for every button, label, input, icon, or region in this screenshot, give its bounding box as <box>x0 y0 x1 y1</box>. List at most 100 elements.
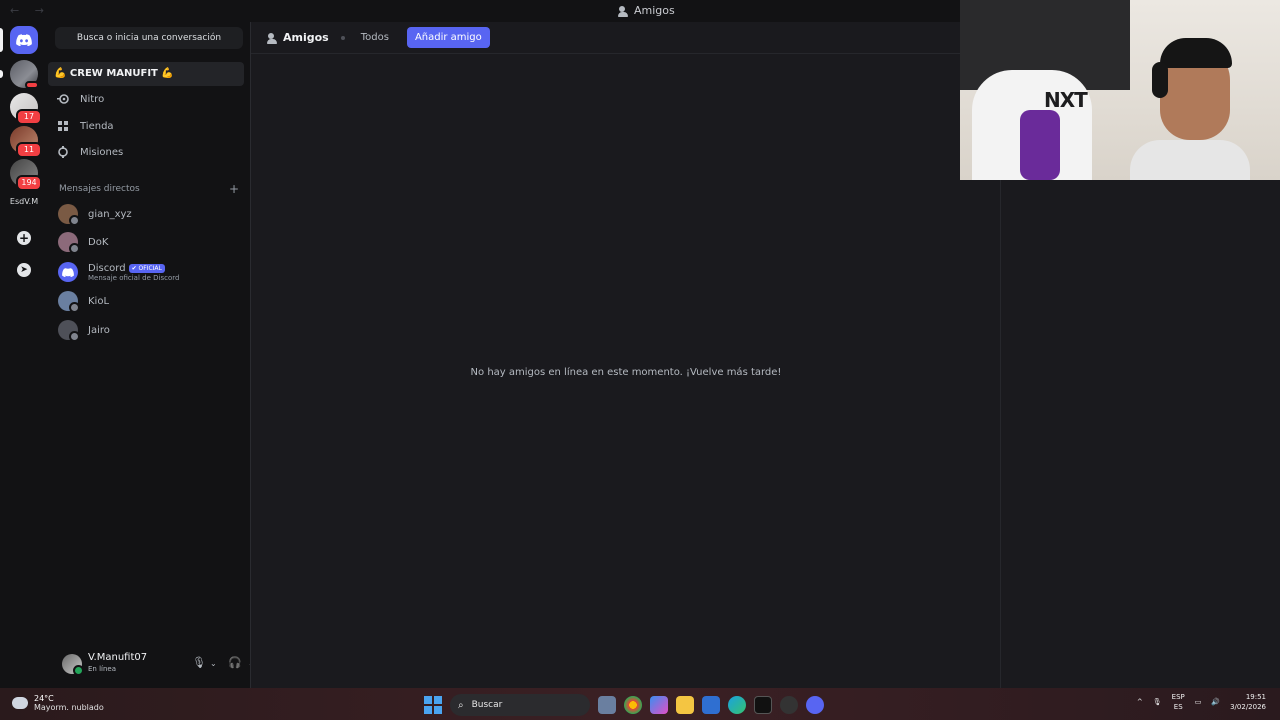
clock[interactable]: 19:51 3/02/2026 <box>1230 692 1266 712</box>
temperature: 24°C <box>34 694 54 703</box>
discord-taskbar-icon[interactable] <box>806 696 824 714</box>
dm-item[interactable]: gian_xyz <box>58 200 244 228</box>
avatar <box>58 291 80 313</box>
friends-title: Amigos <box>267 27 329 48</box>
unread-indicator <box>0 70 3 78</box>
dm-item[interactable]: KioL <box>58 287 244 315</box>
weather-text: 24°C Mayorm. nublado <box>34 694 104 712</box>
webcam-person-hair <box>1160 38 1232 68</box>
friends-title-text: Amigos <box>283 31 329 44</box>
add-server-button[interactable]: + <box>10 224 38 252</box>
file-explorer-icon[interactable] <box>676 696 694 714</box>
search-icon: ⌕ <box>458 699 464 711</box>
nav-item-nitro[interactable]: Nitro <box>56 88 244 110</box>
discord-app: ← → Amigos 17 11 194 EsdV.M + ➤ Busca o … <box>0 0 1280 688</box>
server-tooltip: 💪 CREW MANUFIT 💪 <box>48 62 244 86</box>
avatar <box>58 320 80 342</box>
windows-start-icon[interactable] <box>424 696 442 714</box>
add-friend-button[interactable]: Añadir amigo <box>406 27 490 48</box>
window-title-text: Amigos <box>634 4 675 17</box>
status-indicator <box>69 215 80 226</box>
dm-item[interactable]: Jairo <box>58 316 244 344</box>
dm-item[interactable]: DoK <box>58 228 244 256</box>
chevron-down-icon[interactable]: ⌄ <box>210 659 217 668</box>
nav-item-label: Misiones <box>80 146 124 158</box>
windows-taskbar: 24°C Mayorm. nublado ⌕ Buscar ^ 🎙 ESP ES… <box>0 688 1280 720</box>
date: 3/02/2026 <box>1230 703 1266 711</box>
explore-button[interactable]: ➤ <box>10 256 38 284</box>
server-icon[interactable] <box>10 60 39 89</box>
weather-widget[interactable]: 24°C Mayorm. nublado <box>12 694 104 712</box>
nav-item-label: Tienda <box>80 120 114 132</box>
webcam-chair-accent <box>1020 110 1060 180</box>
webcam-overlay: NXT <box>960 0 1280 180</box>
discord-logo-icon <box>16 34 32 46</box>
create-dm-button[interactable]: + <box>229 182 239 196</box>
microphone-icon[interactable]: 🎙 <box>192 656 206 669</box>
webcam-person-body <box>1130 140 1250 180</box>
dm-name-text: Discord <box>88 262 126 274</box>
capcut-icon[interactable] <box>754 696 772 714</box>
user-avatar[interactable] <box>62 654 84 676</box>
copilot-icon[interactable] <box>650 696 668 714</box>
user-status: En línea <box>88 665 117 673</box>
webcam-headphones <box>1152 62 1168 98</box>
tooltip-text: 💪 CREW MANUFIT 💪 <box>54 68 174 79</box>
chevron-up-icon[interactable]: ^ <box>1137 698 1143 706</box>
chrome-icon[interactable] <box>624 696 642 714</box>
shop-icon <box>56 119 70 133</box>
window-title: Amigos <box>618 4 675 17</box>
microphone-icon[interactable]: 🎙 <box>1153 698 1162 706</box>
dm-section-title: Mensajes directos <box>59 184 140 194</box>
compass-icon: ➤ <box>17 263 31 277</box>
friends-icon <box>618 5 628 17</box>
dm-subtitle: Mensaje oficial de Discord <box>88 273 180 282</box>
nitro-icon <box>56 92 70 106</box>
quests-icon <box>56 145 70 159</box>
history-nav[interactable]: ← → <box>10 4 50 17</box>
edge-icon[interactable] <box>728 696 746 714</box>
nav-item-shop[interactable]: Tienda <box>56 115 244 137</box>
discord-logo-icon <box>58 262 78 282</box>
conversation-search[interactable]: Busca o inicia una conversación <box>55 27 243 49</box>
taskbar-apps: ⌕ Buscar <box>424 694 824 716</box>
language-indicator[interactable]: ESP ES <box>1172 692 1185 712</box>
selected-indicator <box>0 28 3 52</box>
headphones-icon[interactable]: 🎧 <box>228 656 242 669</box>
system-tray: ^ 🎙 ESP ES ▭ 🔊 19:51 3/02/2026 <box>1137 692 1266 712</box>
time: 19:51 <box>1245 693 1266 701</box>
plus-icon: + <box>17 231 31 245</box>
server-icon[interactable]: 11 <box>10 126 42 158</box>
dm-name: Discord ✔ OFICIAL <box>88 263 179 274</box>
store-icon[interactable] <box>702 696 720 714</box>
status-indicator <box>69 331 80 342</box>
weather-condition: Mayorm. nublado <box>34 703 104 712</box>
dm-item[interactable]: Discord ✔ OFICIAL Mensaje oficial de Disc… <box>58 257 244 287</box>
channel-sidebar: Busca o inicia una conversación 💪 CREW M… <box>48 22 279 688</box>
mention-badge: 17 <box>16 109 42 125</box>
dm-name: DoK <box>88 236 109 248</box>
monitor-icon[interactable]: ▭ <box>1195 698 1202 706</box>
dm-name: KioL <box>88 295 110 307</box>
avatar <box>58 232 80 254</box>
server-rail: 17 11 194 EsdV.M + ➤ <box>0 22 48 688</box>
nav-item-quests[interactable]: Misiones <box>56 141 244 163</box>
server-icon[interactable]: 17 <box>10 93 42 125</box>
volume-icon[interactable]: 🔊 <box>1211 698 1220 706</box>
dm-name: gian_xyz <box>88 208 132 220</box>
server-icon[interactable]: 194 <box>10 159 42 191</box>
server-folder-label: EsdV.M <box>9 197 39 206</box>
direct-messages-button[interactable] <box>10 26 38 54</box>
taskbar-search[interactable]: ⌕ Buscar <box>450 694 590 716</box>
official-badge: ✔ OFICIAL <box>128 263 165 273</box>
app-icon[interactable] <box>780 696 798 714</box>
status-indicator <box>69 302 80 313</box>
cloud-icon <box>12 697 28 709</box>
tab-all[interactable]: Todos <box>353 28 397 47</box>
status-indicator <box>73 665 84 676</box>
avatar <box>58 204 80 226</box>
username[interactable]: V.Manufit07 <box>88 652 147 663</box>
task-view-icon[interactable] <box>598 696 616 714</box>
mention-badge <box>25 81 39 89</box>
friends-icon <box>267 32 277 44</box>
